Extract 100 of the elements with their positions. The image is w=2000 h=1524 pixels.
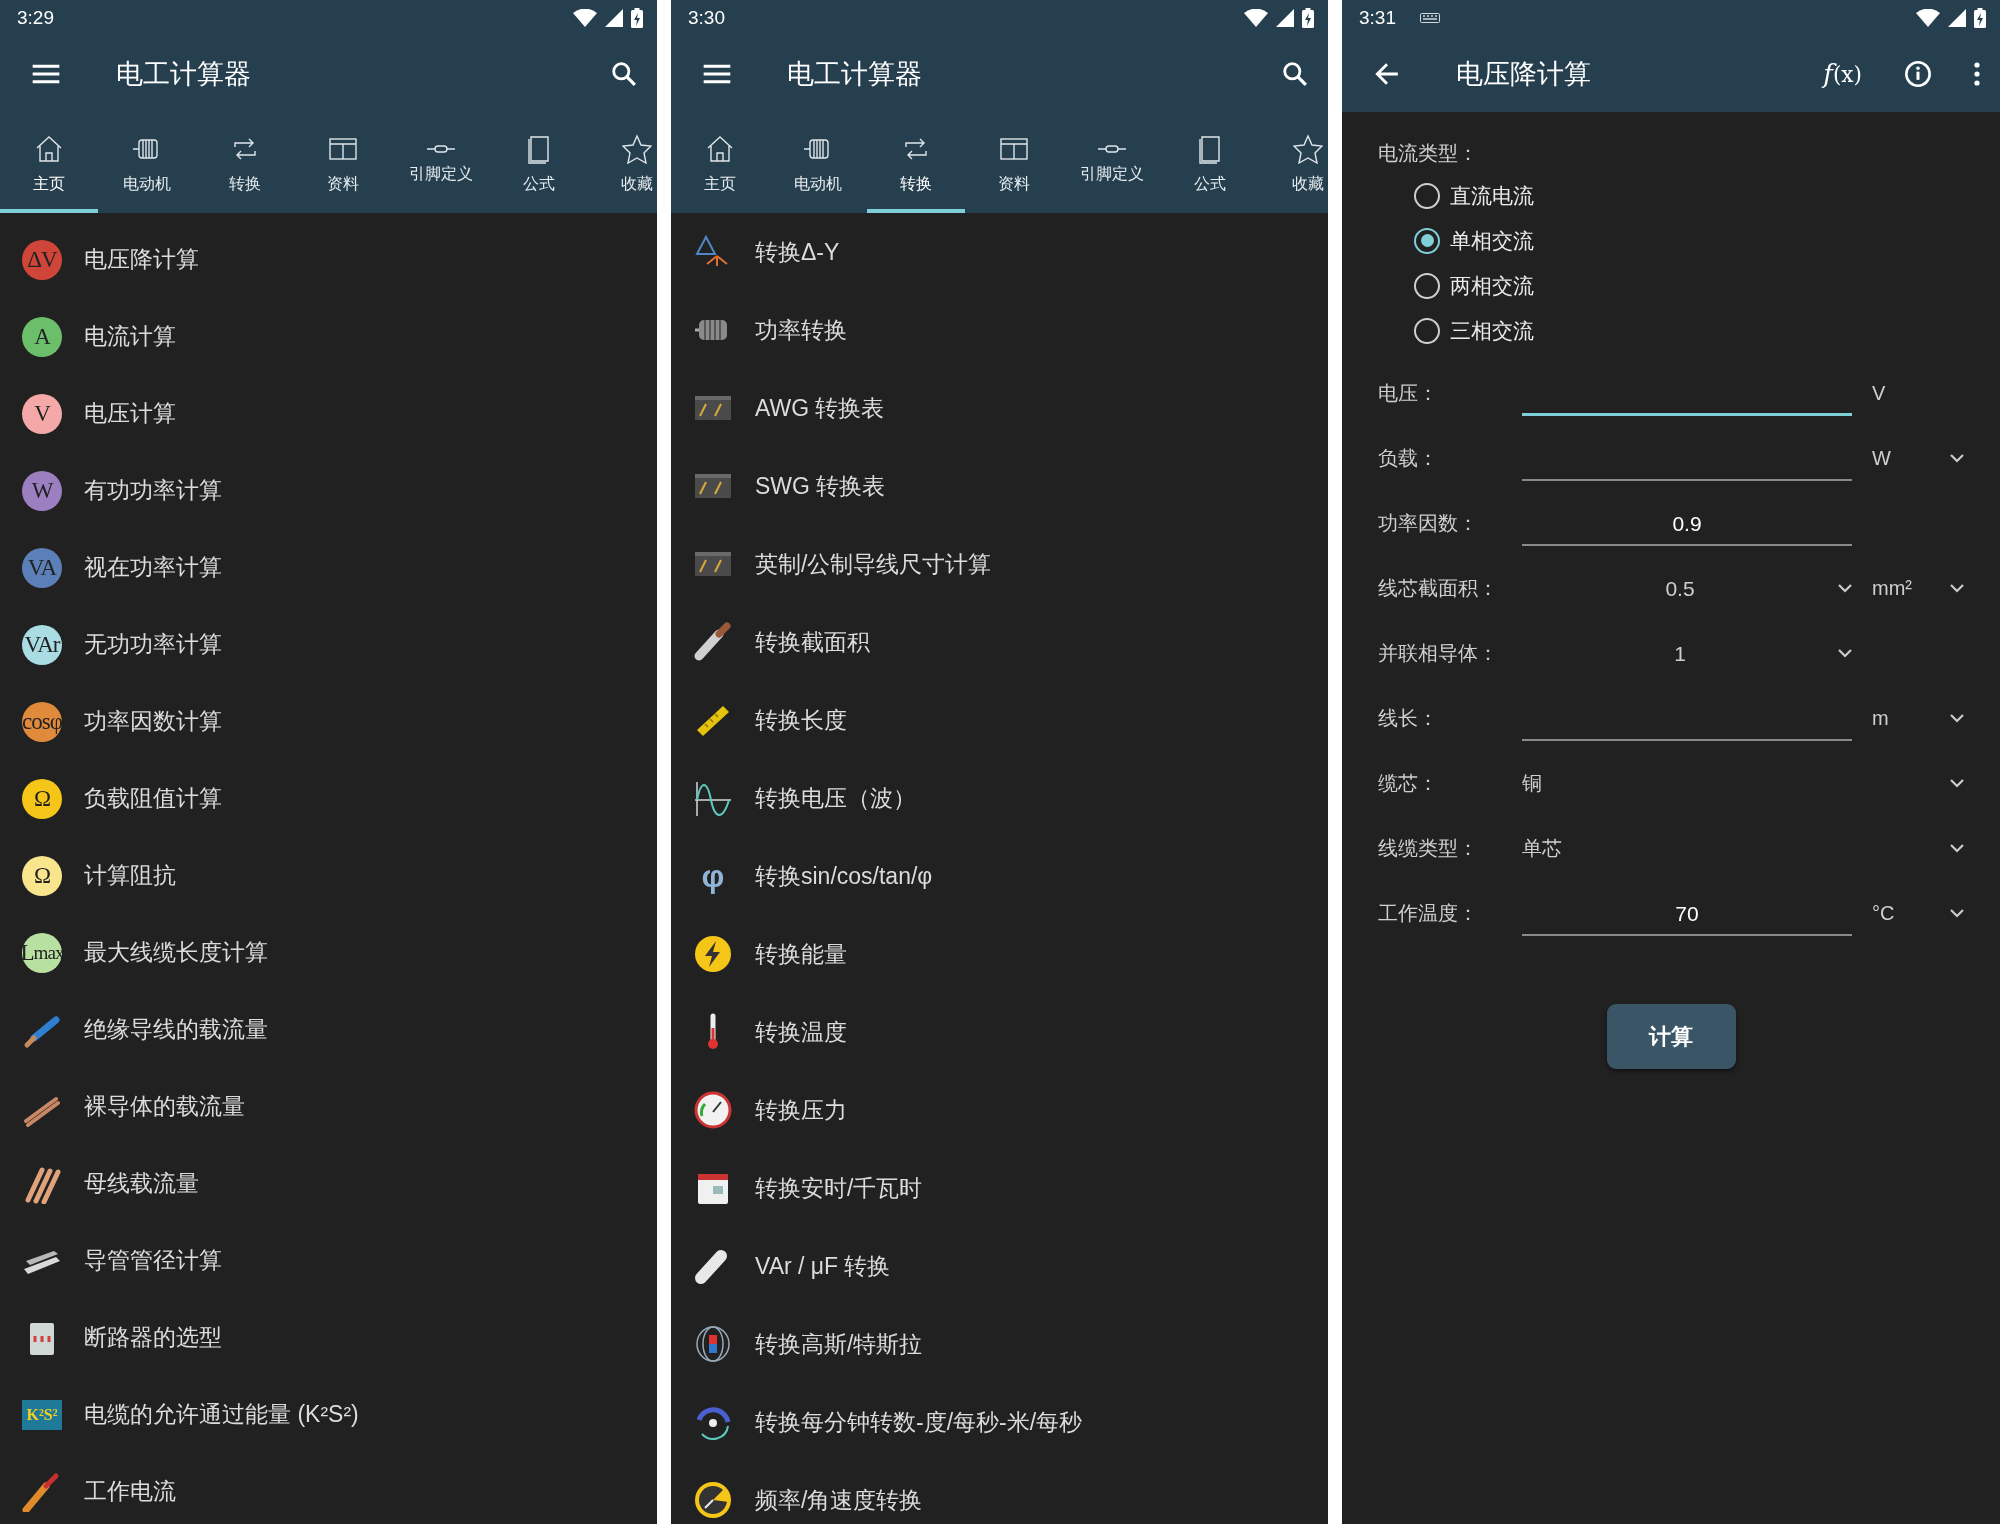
tab[interactable]: 收藏 (588, 112, 657, 213)
unit-dropdown[interactable]: m (1852, 698, 1976, 739)
list-item[interactable]: 转换电压（波） (671, 759, 1328, 837)
list-item[interactable]: ΔV 电压降计算 (0, 221, 657, 298)
tab[interactable]: 资料 (294, 112, 392, 213)
list-item[interactable]: 转换能量 (671, 915, 1328, 993)
chevron-down-icon (1838, 584, 1852, 593)
tab[interactable]: 电动机 (769, 112, 867, 213)
unit-dropdown[interactable]: W (1852, 438, 1976, 479)
search-icon (611, 61, 637, 87)
radio-button[interactable] (1414, 272, 1440, 299)
radio-button[interactable] (1414, 227, 1440, 254)
list-item[interactable]: 转换Δ-Y (671, 213, 1328, 291)
list-item[interactable]: W 有功功率计算 (0, 452, 657, 529)
list-item[interactable]: 转换长度 (671, 681, 1328, 759)
list-item[interactable]: 工作电流 (0, 1453, 657, 1524)
list-item[interactable]: 频率/角速度转换 (671, 1461, 1328, 1524)
radio-option[interactable]: 三相交流 (1414, 308, 1976, 353)
badge-icon: V (22, 393, 62, 434)
unit-dropdown[interactable]: mm² (1852, 568, 1976, 609)
dropdown[interactable]: 0.5 (1522, 568, 1852, 609)
item-label: 断路器的选型 (84, 1323, 222, 1352)
calculate-button[interactable]: 计算 (1606, 1004, 1736, 1069)
list-item[interactable]: AWG 转换表 (671, 369, 1328, 447)
radio-option[interactable]: 直流电流 (1414, 173, 1976, 218)
list-item[interactable]: K²S² 电缆的允许通过能量 (K²S²) (0, 1376, 657, 1453)
unit-dropdown[interactable]: °C (1852, 893, 1976, 934)
list-item[interactable]: 母线载流量 (0, 1145, 657, 1222)
field-label: 负载： (1378, 446, 1439, 471)
list-item[interactable]: SWG 转换表 (671, 447, 1328, 525)
list-item[interactable]: 断路器的选型 (0, 1299, 657, 1376)
list-item[interactable]: 绝缘导线的载流量 (0, 991, 657, 1068)
cable-icon (693, 622, 733, 662)
list-item[interactable]: 转换截面积 (671, 603, 1328, 681)
tab[interactable]: 收藏 (1259, 112, 1328, 213)
list-item[interactable]: 转换温度 (671, 993, 1328, 1071)
list-item[interactable]: VAr / μF 转换 (671, 1227, 1328, 1305)
tab[interactable]: 转换 (196, 112, 294, 213)
item-label: 转换高斯/特斯拉 (755, 1329, 923, 1359)
dropdown[interactable]: 1 (1522, 633, 1852, 674)
tab[interactable]: 引脚定义 (1063, 112, 1161, 213)
toolbar-title: 电工计算器 (116, 58, 251, 91)
keyboard-icon (1420, 13, 1440, 23)
more-icon (1974, 62, 1980, 86)
field-label: 线缆类型： (1378, 836, 1479, 861)
list-item[interactable]: V 电压计算 (0, 375, 657, 452)
chevron-down-icon (1950, 844, 1964, 853)
list-item[interactable]: Ω 计算阻抗 (0, 837, 657, 914)
search-icon (1282, 61, 1308, 87)
item-label: 电缆的允许通过能量 (K²S²) (84, 1400, 359, 1429)
tab[interactable]: 资料 (965, 112, 1063, 213)
list-item[interactable]: 导管管径计算 (0, 1222, 657, 1299)
home-icon (34, 134, 64, 164)
dropdown[interactable]: 铜 (1522, 763, 1976, 804)
list-item[interactable]: φ 转换sin/cos/tan/φ (671, 837, 1328, 915)
list-item[interactable]: 转换高斯/特斯拉 (671, 1305, 1328, 1383)
badge-icon: ΔV (22, 239, 62, 280)
badge-icon: VA (22, 547, 62, 588)
tab[interactable]: 公式 (490, 112, 588, 213)
magnet-icon (693, 1324, 733, 1364)
tab[interactable]: 转换 (867, 112, 965, 213)
item-label: 转换电压（波） (755, 783, 916, 813)
tab[interactable]: 主页 (671, 112, 769, 213)
tab[interactable]: 电动机 (98, 112, 196, 213)
list-item[interactable]: Ω 负载阻值计算 (0, 760, 657, 837)
connector-icon (426, 144, 456, 154)
list-item[interactable]: 转换每分钟转数-度/每秒-米/每秒 (671, 1383, 1328, 1461)
radio-option[interactable]: 单相交流 (1414, 218, 1976, 263)
item-label: 转换温度 (755, 1017, 847, 1047)
dropdown[interactable]: 单芯 (1522, 828, 1976, 869)
list-item[interactable]: 转换安时/千瓦时 (671, 1149, 1328, 1227)
tab[interactable]: 引脚定义 (392, 112, 490, 213)
radio-option[interactable]: 两相交流 (1414, 263, 1976, 308)
item-label: 工作电流 (84, 1477, 176, 1506)
radio-button[interactable] (1414, 182, 1440, 209)
tab[interactable]: 主页 (0, 112, 98, 213)
thermometer-icon (705, 1012, 721, 1052)
list-item[interactable]: cosφ 功率因数计算 (0, 683, 657, 760)
field-label: 线芯截面积： (1378, 576, 1499, 601)
gauge-icon (693, 1090, 733, 1130)
input-field[interactable]: 0.9 (1522, 504, 1852, 546)
input-field[interactable]: 70 (1522, 894, 1852, 936)
badge-icon: cosφ (22, 701, 62, 742)
list-item[interactable]: 裸导体的载流量 (0, 1068, 657, 1145)
list-item[interactable]: VA 视在功率计算 (0, 529, 657, 606)
list-item[interactable]: A 电流计算 (0, 298, 657, 375)
list-item[interactable]: 功率转换 (671, 291, 1328, 369)
badge-icon: K²S² (22, 1399, 62, 1430)
badge-icon: Ω (22, 778, 62, 819)
item-label: 裸导体的载流量 (84, 1092, 245, 1121)
list-item[interactable]: 转换压力 (671, 1071, 1328, 1149)
chevron-down-icon (1950, 779, 1964, 788)
chevron-down-icon (1838, 649, 1852, 658)
tab[interactable]: 公式 (1161, 112, 1259, 213)
radio-button[interactable] (1414, 317, 1440, 344)
badge-icon: A (22, 316, 62, 357)
list-item[interactable]: 英制/公制导线尺寸计算 (671, 525, 1328, 603)
unit-label: V (1871, 382, 1887, 405)
item-label: 转换长度 (755, 705, 847, 735)
list-item[interactable]: VAr 无功功率计算 (0, 606, 657, 683)
